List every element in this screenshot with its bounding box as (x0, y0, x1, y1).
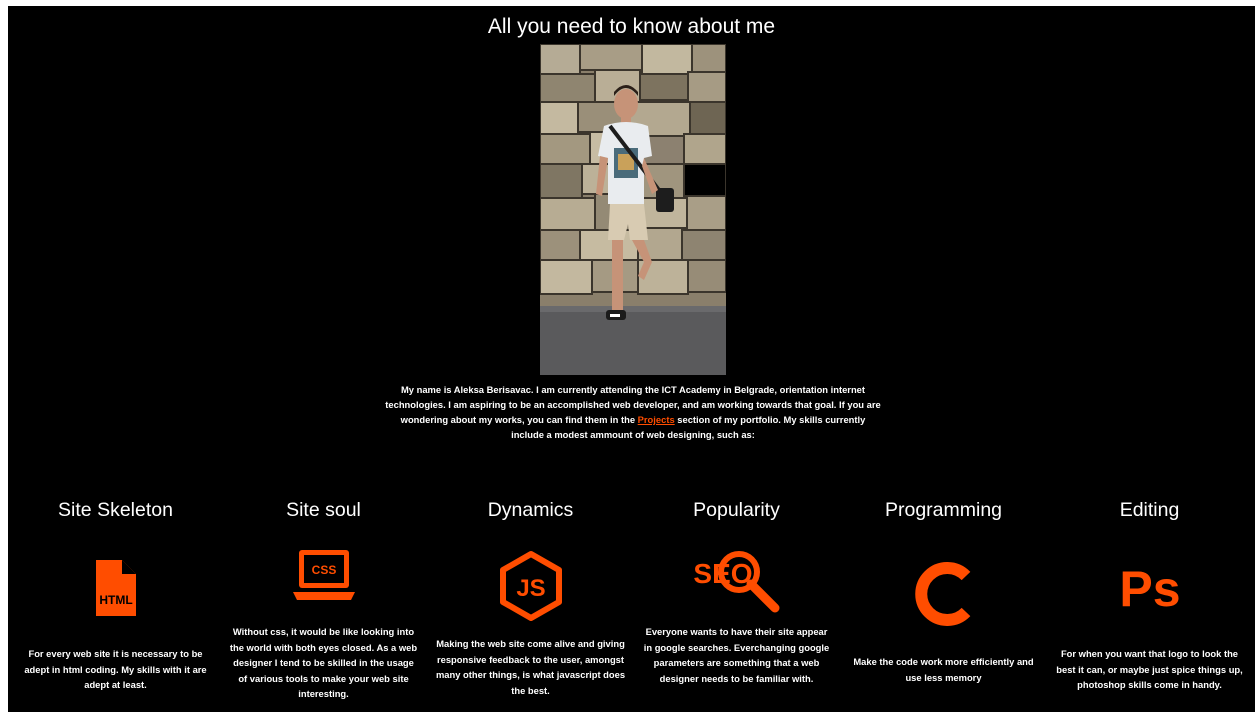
skill-title: Editing (1119, 499, 1180, 521)
c-language-icon (912, 562, 976, 631)
seo-magnifier-icon: SEO (689, 546, 785, 621)
skill-description: Make the code work more efficiently and … (853, 656, 1034, 683)
skill-description: For every web site it is necessary to be… (24, 648, 207, 690)
page-title: All you need to know about me (487, 15, 776, 38)
skill-title: Programming (884, 499, 1003, 521)
html-file-icon: HTML (92, 558, 140, 623)
photoshop-icon: Ps (1117, 558, 1183, 619)
skill-description: Without css, it would be like looking in… (229, 626, 418, 699)
skill-title: Site soul (286, 499, 361, 521)
svg-text:HTML: HTML (99, 593, 132, 607)
profile-photo (540, 44, 726, 375)
about-page: All you need to know about me My name is… (8, 6, 1255, 712)
skill-description: Everyone wants to have their site appear… (643, 626, 830, 684)
svg-text:JS: JS (516, 575, 545, 602)
svg-text:CSS: CSS (311, 563, 336, 577)
svg-text:SEO: SEO (693, 558, 752, 589)
intro-paragraph: My name is Aleksa Berisavac. I am curren… (383, 382, 883, 442)
skill-description: For when you want that logo to look the … (1056, 648, 1243, 690)
skill-title: Dynamics (487, 499, 574, 521)
skill-title: Site Skeleton (58, 499, 173, 521)
css-laptop-icon: CSS (291, 548, 357, 611)
skill-description: Making the web site come alive and givin… (435, 638, 626, 696)
nodejs-hexagon-icon: JS (498, 550, 564, 627)
skill-title: Popularity (693, 499, 780, 521)
projects-link[interactable]: Projects (638, 414, 675, 425)
svg-text:Ps: Ps (1119, 561, 1180, 614)
